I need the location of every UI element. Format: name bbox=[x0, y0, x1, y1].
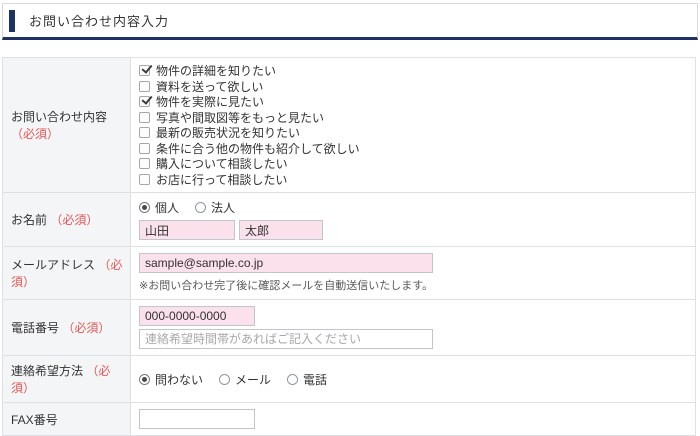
inquiry-option-label: 条件に合う他の物件も紹介して欲しい bbox=[156, 141, 360, 156]
inquiry-option-label: 資料を送って欲しい bbox=[156, 79, 264, 94]
name-label: お名前 bbox=[11, 213, 48, 227]
row-fax: FAX番号 bbox=[2, 402, 696, 436]
name-type-option[interactable]: 法人 bbox=[195, 199, 235, 216]
contact-method-radio-group: 問わない メール 電話 bbox=[139, 371, 687, 388]
email-label-cell: メールアドレス （必須） bbox=[2, 246, 131, 300]
inquiry-option[interactable]: 条件に合う他の物件も紹介して欲しい bbox=[139, 141, 687, 157]
inquiry-form-table: お問い合わせ内容 （必須） 物件の詳細を知りたい 資料を送って欲しい 物件を実際… bbox=[2, 57, 696, 436]
first-name-field[interactable] bbox=[239, 220, 323, 240]
inquiry-option-label: 物件を実際に見たい bbox=[156, 95, 265, 110]
fax-label-cell: FAX番号 bbox=[2, 402, 131, 436]
contact-method-label-cell: 連絡希望方法 （必須） bbox=[2, 355, 131, 403]
fax-field[interactable] bbox=[139, 409, 255, 429]
required-badge: （必須） bbox=[50, 213, 99, 227]
contact-method-option[interactable]: 電話 bbox=[287, 371, 327, 388]
radio-icon[interactable] bbox=[287, 373, 299, 385]
radio-icon[interactable] bbox=[139, 202, 150, 213]
contact-method-option[interactable]: 問わない bbox=[139, 371, 203, 388]
fax-label: FAX番号 bbox=[11, 412, 58, 427]
checkbox-icon[interactable] bbox=[139, 80, 150, 92]
contact-method-option[interactable]: メール bbox=[219, 371, 271, 388]
row-name: お名前 （必須） 個人 法人 bbox=[2, 192, 696, 247]
inquiry-option[interactable]: 物件を実際に見たい bbox=[139, 94, 687, 110]
name-type-label: 法人 bbox=[211, 201, 236, 215]
email-cell: ※お問い合わせ完了後に確認メールを自動送信いたします。 bbox=[130, 246, 696, 300]
email-label: メールアドレス bbox=[11, 258, 96, 272]
name-cell: 個人 法人 bbox=[130, 192, 696, 247]
contact-time-field[interactable] bbox=[139, 329, 433, 349]
inquiry-label: お問い合わせ内容 bbox=[11, 110, 108, 124]
row-contact-method: 連絡希望方法 （必須） 問わない メール 電話 bbox=[2, 355, 696, 403]
name-label-cell: お名前 （必須） bbox=[2, 192, 131, 247]
contact-method-label: 連絡希望方法 bbox=[11, 364, 84, 378]
required-badge: （必須） bbox=[62, 321, 111, 335]
checkbox-icon[interactable] bbox=[139, 96, 150, 108]
inquiry-option[interactable]: 最新の販売状況を知りたい bbox=[139, 125, 687, 141]
page-title: お問い合わせ内容入力 bbox=[29, 14, 170, 29]
phone-label: 電話番号 bbox=[11, 321, 60, 335]
email-note: ※お問い合わせ完了後に確認メールを自動送信いたします。 bbox=[139, 280, 434, 292]
inquiry-option[interactable]: お店に行って相談したい bbox=[139, 172, 687, 188]
checkbox-icon[interactable] bbox=[139, 111, 150, 123]
inquiry-option[interactable]: 写真や間取図等をもっと見たい bbox=[139, 110, 687, 126]
page-header: お問い合わせ内容入力 bbox=[2, 3, 698, 40]
row-inquiry: お問い合わせ内容 （必須） 物件の詳細を知りたい 資料を送って欲しい 物件を実際… bbox=[2, 57, 696, 193]
inquiry-label-cell: お問い合わせ内容 （必須） bbox=[2, 57, 131, 193]
radio-icon[interactable] bbox=[195, 202, 207, 213]
checkbox-icon[interactable] bbox=[139, 127, 150, 139]
required-badge: （必須） bbox=[11, 127, 60, 141]
email-field[interactable] bbox=[139, 253, 433, 273]
inquiry-option-label: 物件の詳細を知りたい bbox=[156, 64, 277, 79]
inquiry-option-label: 最新の販売状況を知りたい bbox=[156, 126, 301, 141]
radio-icon[interactable] bbox=[139, 373, 150, 385]
inquiry-option-label: お店に行って相談したい bbox=[156, 172, 288, 187]
checkbox-icon[interactable] bbox=[139, 173, 150, 185]
inquiry-option[interactable]: 資料を送って欲しい bbox=[139, 79, 687, 95]
inquiry-option[interactable]: 物件の詳細を知りたい bbox=[139, 63, 687, 79]
inquiry-option-label: 写真や間取図等をもっと見たい bbox=[156, 110, 325, 125]
phone-cell bbox=[130, 299, 696, 356]
inquiry-option-label: 購入について相談したい bbox=[156, 157, 288, 172]
contact-method-option-label: 問わない bbox=[155, 372, 204, 387]
accent-bar-icon bbox=[9, 9, 15, 32]
inquiry-options-cell: 物件の詳細を知りたい 資料を送って欲しい 物件を実際に見たい 写真や間取図等をも… bbox=[130, 57, 696, 193]
name-type-radio-group: 個人 法人 bbox=[139, 199, 687, 216]
name-type-option[interactable]: 個人 bbox=[139, 199, 179, 216]
checkbox-icon[interactable] bbox=[139, 142, 150, 154]
row-phone: 電話番号 （必須） bbox=[2, 299, 696, 356]
contact-method-cell: 問わない メール 電話 bbox=[130, 355, 696, 403]
contact-method-option-label: 電話 bbox=[303, 372, 328, 387]
contact-method-option-label: メール bbox=[235, 372, 272, 387]
checkbox-icon[interactable] bbox=[139, 158, 150, 170]
phone-label-cell: 電話番号 （必須） bbox=[2, 299, 131, 356]
radio-icon[interactable] bbox=[219, 373, 231, 385]
last-name-field[interactable] bbox=[139, 220, 235, 240]
inquiry-option[interactable]: 購入について相談したい bbox=[139, 156, 687, 172]
phone-field[interactable] bbox=[139, 306, 255, 326]
name-type-label: 個人 bbox=[155, 201, 180, 215]
fax-cell bbox=[130, 402, 696, 436]
row-email: メールアドレス （必須） ※お問い合わせ完了後に確認メールを自動送信いたします。 bbox=[2, 246, 696, 300]
checkbox-icon[interactable] bbox=[139, 65, 150, 77]
